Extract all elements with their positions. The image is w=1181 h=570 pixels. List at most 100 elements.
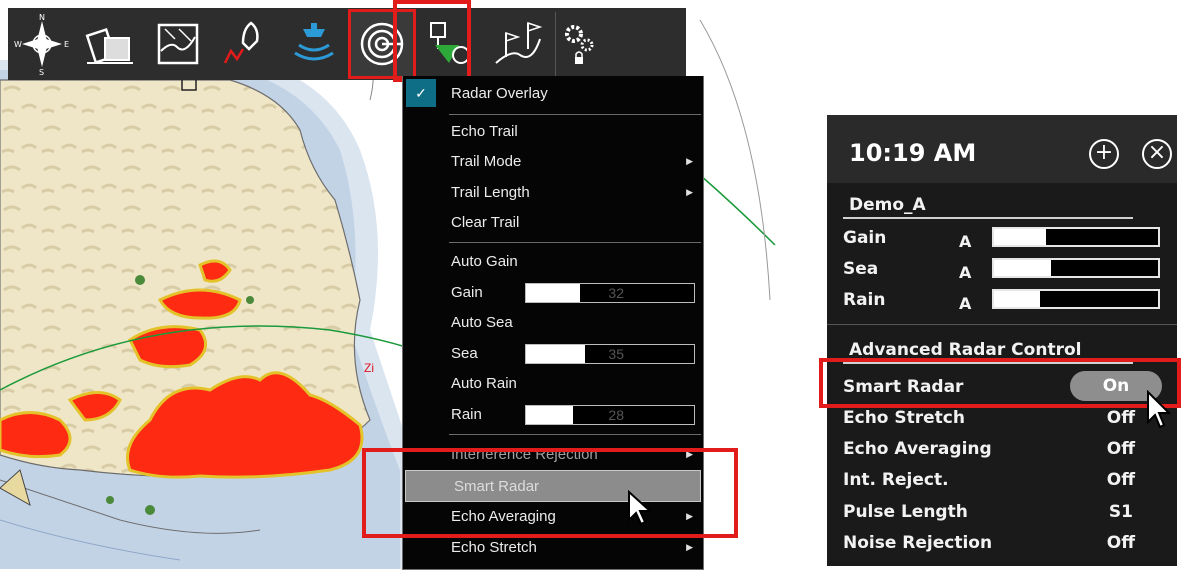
rain-auto-indicator: A xyxy=(959,294,972,313)
menu-item-label: Gain xyxy=(451,283,483,301)
submenu-arrow-icon: ▶ xyxy=(686,541,693,552)
radar-button[interactable] xyxy=(348,9,416,79)
settings-gears-icon xyxy=(565,25,594,64)
settings-button[interactable] xyxy=(555,12,602,76)
submenu-arrow-icon: ▶ xyxy=(686,155,693,166)
submenu-arrow-icon: ▶ xyxy=(686,510,693,521)
gain-slider[interactable]: 32 xyxy=(525,283,695,303)
flags-route-button[interactable] xyxy=(487,12,549,76)
echo-stretch-value[interactable]: Off xyxy=(1107,408,1135,428)
waypoint-timer-icon xyxy=(430,22,470,64)
menu-item-echo-trail[interactable]: Echo Trail xyxy=(403,116,701,146)
menu-separator xyxy=(449,114,701,115)
menu-item-label: Echo Averaging xyxy=(451,507,556,525)
echo-averaging-value[interactable]: Off xyxy=(1107,439,1135,459)
gain-bar[interactable]: 32 % xyxy=(992,227,1160,248)
route-button[interactable] xyxy=(215,12,277,76)
pulse-length-value[interactable]: S1 xyxy=(1109,502,1133,522)
menu-item-echo-stretch[interactable]: Echo Stretch ▶ xyxy=(403,532,701,562)
smart-radar-toggle[interactable]: On xyxy=(1070,371,1162,401)
compass-south-letter: S xyxy=(39,68,44,75)
advanced-section-title: Advanced Radar Control xyxy=(849,340,1082,360)
menu-item-label: Smart Radar xyxy=(454,477,540,495)
checkmark-icon: ✓ xyxy=(406,79,436,107)
menu-item-label: Trail Length xyxy=(451,183,530,201)
smart-radar-label: Smart Radar xyxy=(843,377,964,397)
menu-separator xyxy=(449,434,701,435)
compass-rose-icon: N S E W xyxy=(14,13,69,75)
gain-slider-value: 32 xyxy=(608,285,624,301)
compass-north-letter: N xyxy=(39,13,45,22)
submenu-arrow-icon: ▶ xyxy=(686,448,693,459)
section-divider xyxy=(827,324,1177,325)
echo-stretch-label: Echo Stretch xyxy=(843,408,965,428)
menu-item-auto-gain[interactable]: Auto Gain xyxy=(403,246,701,276)
sea-slider-value: 35 xyxy=(608,346,624,362)
menu-item-rain: Rain 28 xyxy=(403,399,701,429)
radar-info-panel: 10:19 AM + × Demo_A Gain A 32 % Sea A 35… xyxy=(827,115,1177,566)
menu-item-radar-overlay[interactable]: ✓ Radar Overlay xyxy=(403,78,701,108)
gain-slider-fill xyxy=(526,284,580,302)
clock-time: 10:19 AM xyxy=(849,139,977,167)
section-divider xyxy=(843,362,1133,364)
rain-bar[interactable]: 28 % xyxy=(992,289,1160,310)
submenu-arrow-icon: ▶ xyxy=(686,186,693,197)
noise-rejection-label: Noise Rejection xyxy=(843,533,993,553)
rain-bar-fill xyxy=(994,291,1040,307)
menu-item-label: Trail Mode xyxy=(451,152,522,170)
echo-averaging-label: Echo Averaging xyxy=(843,439,992,459)
sonar-boat-icon xyxy=(294,23,334,61)
rain-slider-fill xyxy=(526,406,574,424)
pulse-length-label: Pulse Length xyxy=(843,502,968,522)
waypoint-timer-button[interactable] xyxy=(419,12,481,76)
sea-bar-fill xyxy=(994,260,1052,276)
flags-route-icon xyxy=(495,21,543,64)
menu-separator xyxy=(449,242,701,243)
rain-bar-value: 28 % xyxy=(1050,292,1092,310)
menu-item-sea: Sea 35 xyxy=(403,338,701,368)
menu-item-echo-averaging[interactable]: Echo Averaging ▶ xyxy=(403,501,701,531)
sonar-button[interactable] xyxy=(283,12,345,76)
section-divider xyxy=(843,217,1133,219)
menu-item-auto-rain[interactable]: Auto Rain xyxy=(403,368,701,398)
int-reject-label: Int. Reject. xyxy=(843,470,949,490)
noise-rejection-value[interactable]: Off xyxy=(1107,533,1135,553)
rain-label: Rain xyxy=(843,290,886,310)
menu-item-label: Rain xyxy=(451,405,482,423)
sea-auto-indicator: A xyxy=(959,263,972,282)
menu-item-interference-rejection[interactable]: Interference Rejection ▶ xyxy=(403,439,701,469)
menu-item-smart-radar[interactable]: Smart Radar xyxy=(405,470,701,502)
rain-slider-value: 28 xyxy=(608,407,624,423)
gain-bar-value: 32 % xyxy=(1054,230,1096,248)
menu-item-label: Sea xyxy=(451,344,478,362)
gain-auto-indicator: A xyxy=(959,232,972,251)
menu-item-clear-trail[interactable]: Clear Trail xyxy=(403,207,701,237)
menu-item-trail-mode[interactable]: Trail Mode ▶ xyxy=(403,146,701,176)
menu-item-trail-length[interactable]: Trail Length ▶ xyxy=(403,177,701,207)
add-icon[interactable]: + xyxy=(1089,139,1119,169)
radar-icon xyxy=(360,22,404,66)
chart-layers-icon xyxy=(85,28,133,64)
chart-edit-button[interactable] xyxy=(147,12,209,76)
int-reject-value[interactable]: Off xyxy=(1107,470,1135,490)
radar-dropdown-menu: ✓ Radar Overlay Echo Trail Trail Mode ▶ … xyxy=(402,76,704,570)
sea-label: Sea xyxy=(843,259,879,279)
menu-item-gain: Gain 32 xyxy=(403,277,701,307)
menu-item-auto-sea[interactable]: Auto Sea xyxy=(403,307,701,337)
sea-slider[interactable]: 35 xyxy=(525,344,695,364)
chart-toolbar: N S E W xyxy=(8,8,686,80)
menu-item-label: Echo Stretch xyxy=(451,538,537,556)
chart-layers-button[interactable] xyxy=(79,12,141,76)
menu-item-label: Interference Rejection xyxy=(451,445,598,463)
compass-east-letter: E xyxy=(64,40,69,49)
sea-bar[interactable]: 35 % xyxy=(992,258,1160,279)
menu-item-label: Auto Gain xyxy=(451,252,518,270)
close-icon[interactable]: × xyxy=(1142,139,1172,169)
menu-item-label: Echo Trail xyxy=(451,122,518,140)
sea-slider-fill xyxy=(526,345,585,363)
compass-button[interactable]: N S E W xyxy=(11,12,73,76)
gain-bar-fill xyxy=(994,229,1047,245)
rain-slider[interactable]: 28 xyxy=(525,405,695,425)
menu-item-label: Radar Overlay xyxy=(451,84,548,102)
route-boat-icon xyxy=(223,21,259,64)
